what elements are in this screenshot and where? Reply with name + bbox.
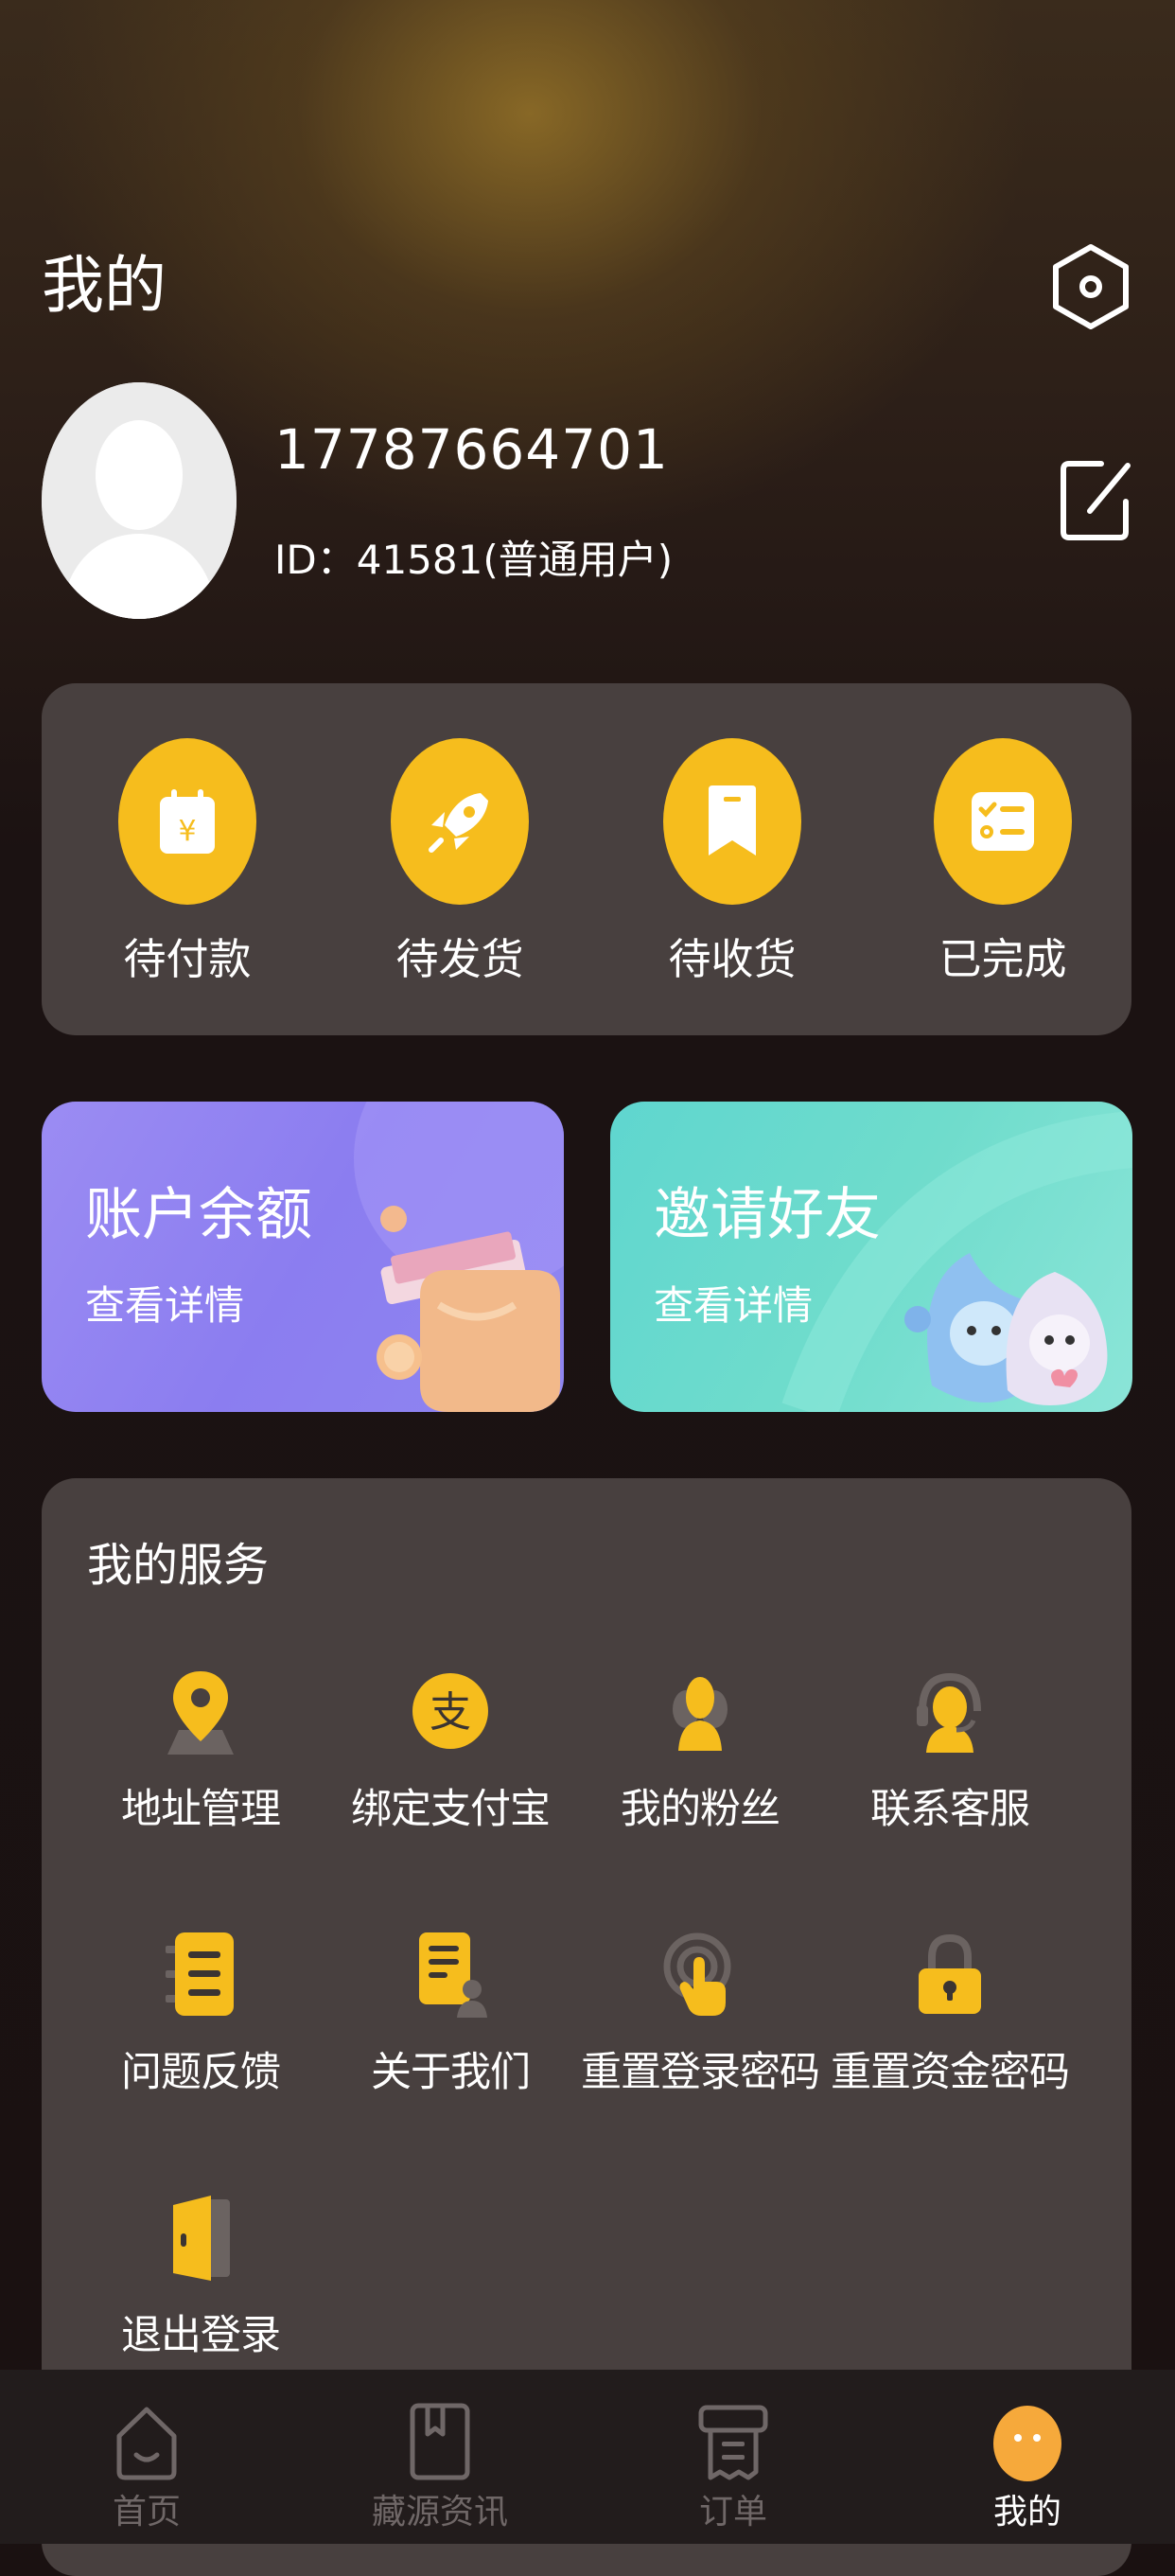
service-address-management[interactable]: 地址管理 <box>68 1654 333 1836</box>
orders-card: ¥ 待付款 待发货 待收货 已完成 <box>42 683 1131 1035</box>
service-about-us[interactable]: 关于我们 <box>318 1917 583 2099</box>
services-title: 我的服务 <box>87 1539 270 1592</box>
tab-label: 我的 <box>992 2493 1061 2532</box>
account-balance-card[interactable]: 账户余额 查看详情 <box>42 1102 564 1412</box>
home-icon <box>33 2392 260 2481</box>
edit-profile-icon[interactable] <box>1056 452 1137 545</box>
lock-icon <box>898 1917 1002 2031</box>
page-title: 我的 <box>42 249 167 322</box>
tab-orders[interactable]: 订单 <box>620 2392 847 2534</box>
customer-service-icon <box>898 1654 1002 1768</box>
touch-reset-icon <box>648 1917 752 2031</box>
settings-icon[interactable] <box>1050 241 1131 332</box>
user-id: ID：41581(普通用户) <box>274 537 674 583</box>
order-label: 已完成 <box>938 934 1067 984</box>
service-contact-support[interactable]: 联系客服 <box>817 1654 1082 1836</box>
order-pending-payment[interactable]: ¥ 待付款 <box>74 738 301 986</box>
promo-link[interactable]: 查看详情 <box>654 1281 813 1331</box>
service-label: 地址管理 <box>121 1786 281 1833</box>
svg-text:¥: ¥ <box>178 815 196 848</box>
user-phone: 17787664701 <box>274 417 669 482</box>
order-pending-shipment[interactable]: 待发货 <box>346 738 573 986</box>
service-my-fans[interactable]: 我的粉丝 <box>568 1654 833 1836</box>
promo-title: 账户余额 <box>85 1182 312 1248</box>
bookmark-icon <box>663 738 801 905</box>
fans-icon <box>648 1654 752 1768</box>
service-label: 重置登录密码 <box>581 2049 820 2096</box>
order-label: 待付款 <box>123 934 252 984</box>
order-pending-receipt[interactable]: 待收货 <box>619 738 846 986</box>
book-icon <box>326 2392 553 2481</box>
invite-friends-card[interactable]: 邀请好友 查看详情 <box>610 1102 1132 1412</box>
service-label: 关于我们 <box>371 2049 531 2096</box>
tab-label: 订单 <box>698 2493 767 2532</box>
service-label: 退出登录 <box>121 2312 281 2359</box>
mascot-illustration-icon <box>904 1253 1108 1405</box>
service-label: 绑定支付宝 <box>351 1786 551 1833</box>
service-label: 问题反馈 <box>121 2049 281 2096</box>
tab-label: 藏源资讯 <box>371 2493 508 2532</box>
promo-title: 邀请好友 <box>654 1182 881 1248</box>
tab-news[interactable]: 藏源资讯 <box>326 2392 553 2534</box>
service-label: 重置资金密码 <box>831 2049 1070 2096</box>
service-label: 我的粉丝 <box>621 1786 780 1833</box>
bottom-tab-bar: 首页 藏源资讯 订单 我的 <box>0 2370 1175 2544</box>
service-reset-fund-password[interactable]: 重置资金密码 <box>817 1917 1082 2099</box>
alipay-icon: 支 <box>398 1654 502 1768</box>
tab-label: 首页 <box>112 2493 181 2532</box>
order-label: 待发货 <box>395 934 524 984</box>
order-label: 待收货 <box>668 934 797 984</box>
logout-door-icon <box>149 2180 253 2294</box>
location-pin-icon <box>149 1654 253 1768</box>
service-label: 联系客服 <box>870 1786 1030 1833</box>
tab-home[interactable]: 首页 <box>33 2392 260 2534</box>
about-icon <box>398 1917 502 2031</box>
avatar[interactable] <box>42 382 237 619</box>
service-logout[interactable]: 退出登录 <box>68 2180 333 2362</box>
face-icon <box>914 2392 1141 2481</box>
feedback-icon <box>149 1917 253 2031</box>
checklist-icon <box>934 738 1072 905</box>
service-reset-login-password[interactable]: 重置登录密码 <box>568 1917 833 2099</box>
order-completed[interactable]: 已完成 <box>889 738 1116 986</box>
svg-text:支: 支 <box>430 1688 471 1737</box>
rocket-icon <box>391 738 529 905</box>
service-feedback[interactable]: 问题反馈 <box>68 1917 333 2099</box>
tab-mine[interactable]: 我的 <box>914 2392 1141 2534</box>
service-bind-alipay[interactable]: 支 绑定支付宝 <box>318 1654 583 1836</box>
wallet-yen-icon: ¥ <box>118 738 256 905</box>
receipt-icon <box>620 2392 847 2481</box>
promo-link[interactable]: 查看详情 <box>85 1281 244 1331</box>
